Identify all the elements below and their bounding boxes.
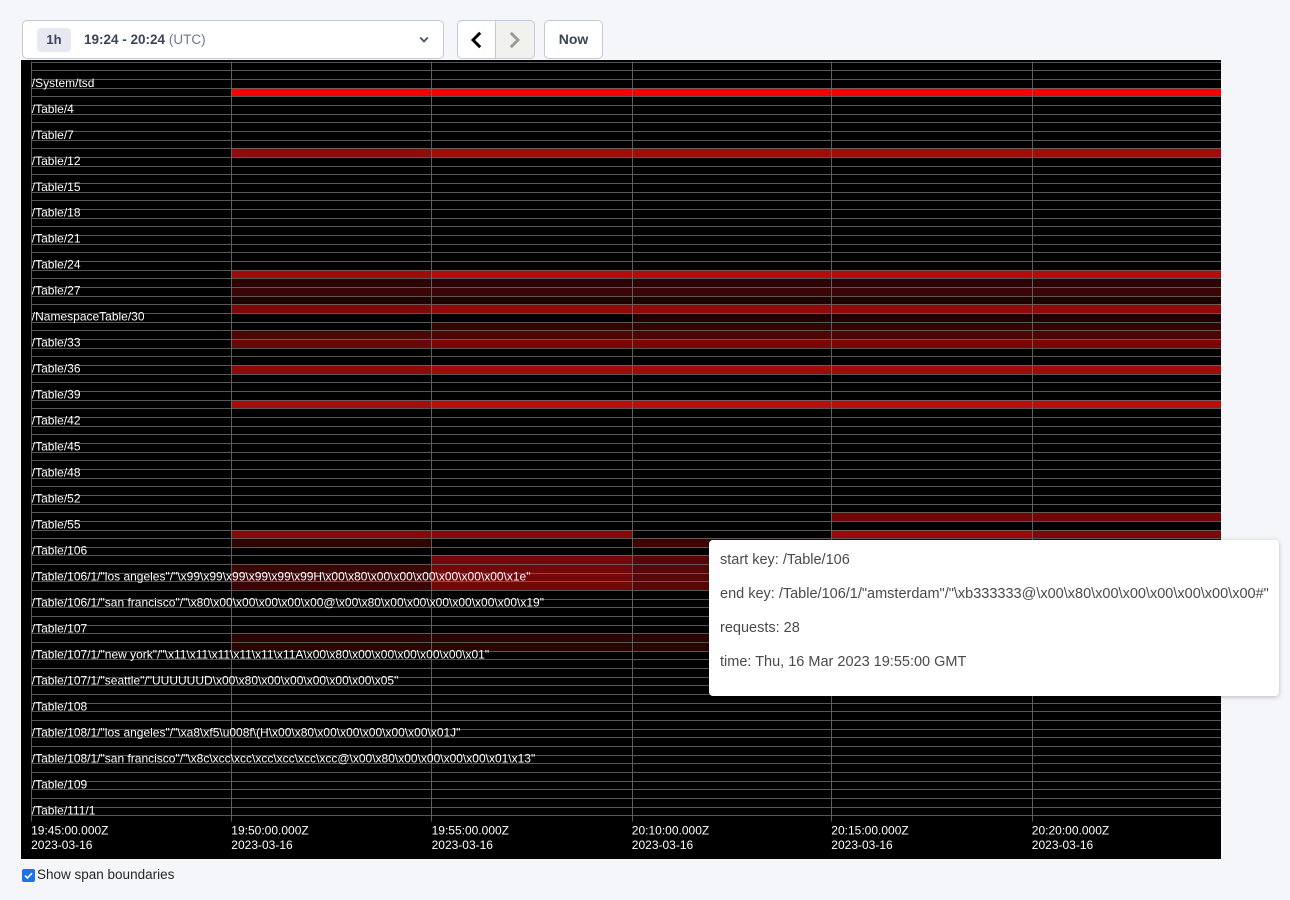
svg-text:2023-03-16: 2023-03-16: [432, 838, 494, 852]
svg-text:/Table/42: /Table/42: [32, 414, 81, 428]
svg-text:2023-03-16: 2023-03-16: [831, 838, 893, 852]
svg-text:/Table/107: /Table/107: [32, 622, 88, 636]
svg-text:/Table/33: /Table/33: [32, 336, 81, 350]
svg-text:/Table/21: /Table/21: [32, 232, 81, 246]
svg-text:20:10:00.000Z: 20:10:00.000Z: [632, 824, 709, 838]
svg-text:2023-03-16: 2023-03-16: [231, 838, 293, 852]
svg-text:/Table/36: /Table/36: [32, 362, 81, 376]
svg-text:/Table/55: /Table/55: [32, 518, 81, 532]
svg-text:/Table/18: /Table/18: [32, 206, 81, 220]
svg-text:2023-03-16: 2023-03-16: [632, 838, 694, 852]
svg-text:/Table/108: /Table/108: [32, 700, 88, 714]
svg-text:/Table/27: /Table/27: [32, 284, 81, 298]
svg-text:/Table/106/1/"los angeles"/"\x: /Table/106/1/"los angeles"/"\x99\x99\x99…: [32, 570, 531, 584]
svg-text:/Table/107/1/"seattle"/"UUUUUU: /Table/107/1/"seattle"/"UUUUUUD\x00\x80\…: [32, 674, 399, 688]
svg-text:/Table/109: /Table/109: [32, 778, 88, 792]
svg-text:/Table/15: /Table/15: [32, 180, 81, 194]
svg-text:/Table/4: /Table/4: [32, 102, 74, 116]
svg-text:20:15:00.000Z: 20:15:00.000Z: [831, 824, 908, 838]
svg-text:/Table/111/1: /Table/111/1: [32, 804, 96, 818]
svg-text:/NamespaceTable/30: /NamespaceTable/30: [32, 310, 145, 324]
svg-text:/Table/7: /Table/7: [32, 128, 74, 142]
svg-text:/Table/106: /Table/106: [32, 544, 88, 558]
svg-text:/Table/12: /Table/12: [32, 154, 81, 168]
svg-text:/Table/39: /Table/39: [32, 388, 81, 402]
svg-text:2023-03-16: 2023-03-16: [31, 838, 93, 852]
svg-text:20:20:00.000Z: 20:20:00.000Z: [1032, 824, 1109, 838]
svg-text:/System/tsd: /System/tsd: [32, 76, 95, 90]
svg-text:/Table/48: /Table/48: [32, 466, 81, 480]
svg-text:/Table/107/1/"new york"/"\x11\: /Table/107/1/"new york"/"\x11\x11\x11\x1…: [32, 648, 489, 662]
svg-text:/Table/24: /Table/24: [32, 258, 81, 272]
svg-text:/Table/108/1/"los angeles"/"\x: /Table/108/1/"los angeles"/"\xa8\xf5\u00…: [32, 726, 461, 740]
svg-text:19:55:00.000Z: 19:55:00.000Z: [432, 824, 509, 838]
svg-text:/Table/108/1/"san francisco"/": /Table/108/1/"san francisco"/"\x8c\xcc\x…: [32, 752, 535, 766]
svg-text:19:50:00.000Z: 19:50:00.000Z: [231, 824, 308, 838]
svg-text:19:45:00.000Z: 19:45:00.000Z: [31, 824, 108, 838]
svg-text:/Table/52: /Table/52: [32, 492, 81, 506]
svg-text:2023-03-16: 2023-03-16: [1032, 838, 1094, 852]
svg-text:/Table/106/1/"san francisco"/": /Table/106/1/"san francisco"/"\x80\x00\x…: [32, 596, 544, 610]
svg-text:/Table/45: /Table/45: [32, 440, 81, 454]
